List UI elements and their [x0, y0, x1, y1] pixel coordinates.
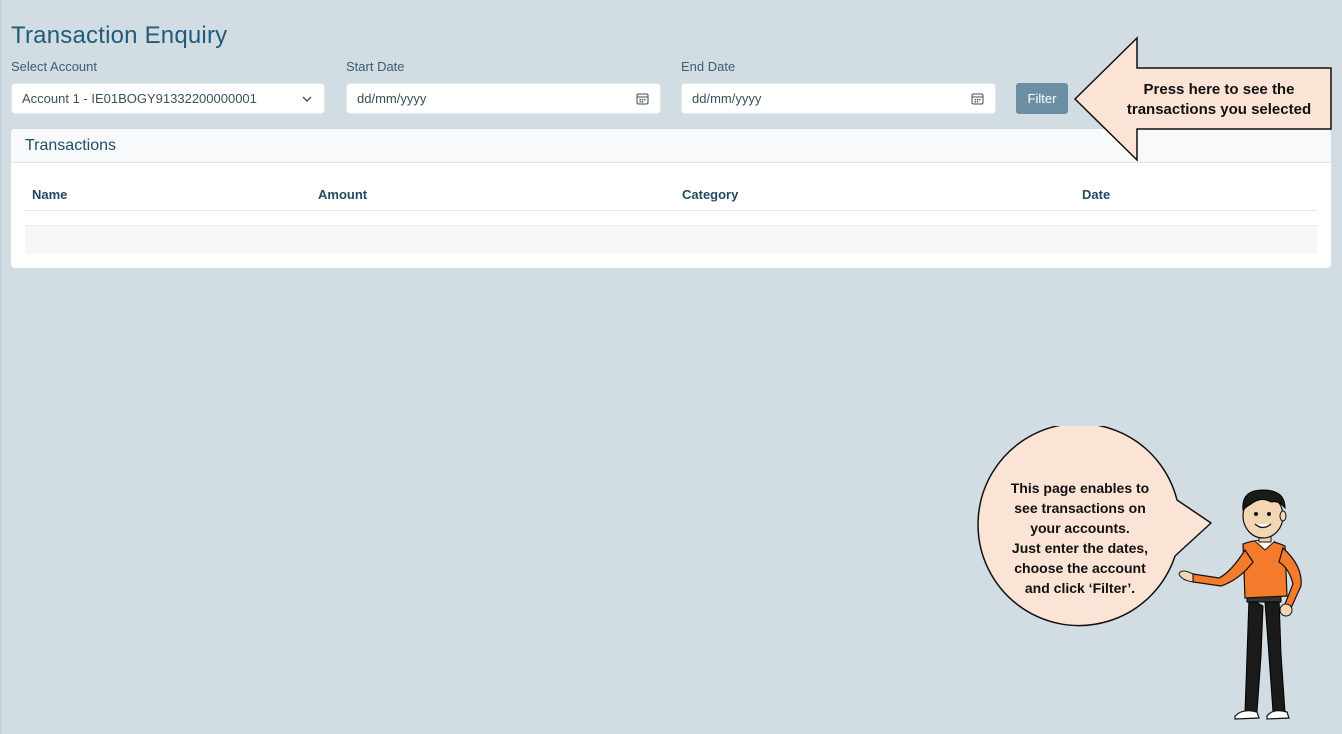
calendar-icon[interactable] — [971, 92, 985, 106]
table-header: Name Amount Category Date — [25, 178, 1317, 211]
select-account-label: Select Account — [11, 59, 97, 74]
guide-text-line: and click ‘Filter’. — [1024, 580, 1136, 596]
column-header-category[interactable]: Category — [682, 187, 738, 202]
guide-text-line: choose the account — [1014, 560, 1146, 576]
end-date-placeholder: dd/mm/yyyy — [692, 91, 762, 106]
guide-character-illustration — [1178, 489, 1302, 720]
filter-hint-text: Press here to see the transactions you s… — [1126, 81, 1312, 118]
start-date-input[interactable]: dd/mm/yyyy — [346, 83, 661, 114]
guide-text: This page enables to see transactions on… — [991, 478, 1169, 598]
account-select-value: Account 1 - IE01BOGY91332200000001 — [22, 91, 257, 106]
guide-text-line: Just enter the dates, — [1011, 540, 1149, 556]
column-header-name[interactable]: Name — [32, 187, 67, 202]
account-select[interactable]: Account 1 - IE01BOGY91332200000001 — [11, 83, 325, 114]
column-header-amount[interactable]: Amount — [318, 187, 367, 202]
transaction-enquiry-page: Transaction Enquiry Select Account Accou… — [0, 0, 1342, 734]
page-title: Transaction Enquiry — [11, 22, 228, 49]
guide-text-line: your accounts. — [1030, 520, 1130, 536]
table-row-empty — [25, 225, 1317, 254]
start-date-placeholder: dd/mm/yyyy — [357, 91, 427, 106]
column-header-date[interactable]: Date — [1082, 187, 1110, 202]
calendar-icon[interactable] — [636, 92, 650, 106]
end-date-label: End Date — [681, 59, 736, 74]
filter-button[interactable]: Filter — [1016, 83, 1068, 114]
guide-text-line: see transactions on — [1014, 500, 1146, 516]
start-date-label: Start Date — [346, 59, 405, 74]
chevron-down-icon — [300, 92, 314, 106]
end-date-input[interactable]: dd/mm/yyyy — [681, 83, 996, 114]
guide-text-line: This page enables to — [1010, 480, 1150, 496]
